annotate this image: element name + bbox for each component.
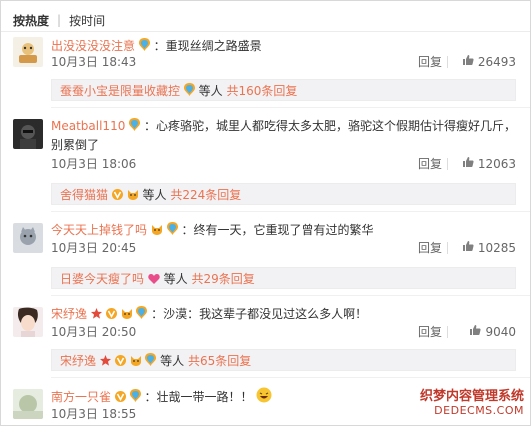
reply-total[interactable]: 共160条回复: [227, 84, 298, 98]
v-badge-icon: [105, 306, 117, 324]
thumbs-up-icon: [462, 239, 474, 257]
comment-date: 10月3日 18:43: [51, 55, 137, 69]
reply-total[interactable]: 共65条回复: [188, 354, 251, 368]
comment-text: ：重现丝绸之路盛景: [153, 39, 262, 53]
cat-face-icon: [130, 351, 142, 373]
tab-separator: |: [57, 13, 62, 27]
reply-summary[interactable]: 日婆今天瘦了吗 等人 共29条回复: [51, 267, 516, 289]
rainbow-badge-icon: [129, 117, 141, 136]
avatar[interactable]: [13, 307, 43, 337]
rainbow-badge-icon: [166, 221, 178, 240]
comment-username[interactable]: 今天天上掉钱了吗: [51, 223, 147, 237]
reply-etc: 等人: [142, 188, 167, 202]
like-count: 9040: [485, 325, 516, 339]
comment-date: 10月3日 18:55: [51, 407, 137, 421]
rainbow-badge-icon: [136, 305, 148, 324]
watermark-line1: 织梦内容管理系统: [419, 389, 524, 404]
reply-total[interactable]: 共29条回复: [192, 272, 255, 286]
comment-body: Meatball110 ：心疼骆驼，城里人都吃得太多太肥，骆驼这个假期估计得瘦好…: [51, 117, 516, 154]
tab-sort-hot[interactable]: 按热度: [13, 12, 49, 29]
rainbow-badge-icon: [145, 351, 157, 373]
like-button[interactable]: 12063: [462, 155, 516, 173]
sort-tabs: 按热度 | 按时间: [13, 10, 105, 30]
comment-separator: [51, 107, 530, 108]
like-button[interactable]: 10285: [462, 239, 516, 257]
reply-button[interactable]: 回复: [418, 53, 442, 71]
reply-button[interactable]: 回复: [418, 155, 442, 173]
like-count: 12063: [477, 157, 516, 171]
v-badge-icon: [114, 351, 126, 373]
reply-summary[interactable]: 宋纾逸 等人 共65条回复: [51, 349, 516, 371]
reply-names[interactable]: 日婆今天瘦了吗: [60, 272, 144, 286]
v-badge-icon: [111, 185, 123, 207]
like-count: 26493: [477, 55, 516, 69]
meta-divider: [447, 242, 448, 254]
cat-face-icon: [121, 306, 133, 324]
v-badge-icon: [114, 389, 126, 407]
star-icon: [99, 351, 111, 373]
comment-text: ：壮哉一带一路！！: [144, 390, 253, 404]
rainbow-badge-icon: [183, 81, 195, 103]
site-watermark: 织梦内容管理系统 DEDECMS.COM: [420, 385, 524, 417]
comment-username[interactable]: 南方一只雀: [51, 390, 111, 404]
tab-sort-time[interactable]: 按时间: [69, 12, 105, 29]
comment-username[interactable]: Meatball110: [51, 119, 125, 133]
like-button[interactable]: 9040: [469, 323, 516, 341]
heart-icon: [148, 269, 160, 291]
tabs-divider: [1, 31, 530, 32]
rainbow-badge-icon: [129, 388, 141, 407]
reply-button[interactable]: 回复: [418, 239, 442, 257]
avatar[interactable]: [13, 223, 43, 253]
cat-face-icon: [127, 185, 139, 207]
reply-names[interactable]: 舍得猫猫: [60, 188, 108, 202]
reply-etc: 等人: [198, 84, 223, 98]
reply-summary[interactable]: 舍得猫猫 等人 共224条回复: [51, 183, 516, 205]
watermark-line2: DEDECMS.COM: [434, 404, 524, 417]
like-count: 10285: [477, 241, 516, 255]
like-button[interactable]: 26493: [462, 53, 516, 71]
comment-separator: [51, 211, 530, 212]
avatar[interactable]: [13, 119, 43, 149]
avatar[interactable]: [13, 37, 43, 67]
thumbs-up-icon: [462, 53, 474, 71]
comment-username[interactable]: 出没没没没注意: [51, 39, 135, 53]
comment-text: ：沙漠：我这辈子都没见过这么多人啊！: [151, 307, 368, 321]
star-icon: [90, 306, 102, 324]
reply-total[interactable]: 共224条回复: [170, 188, 241, 202]
avatar[interactable]: [13, 389, 43, 419]
thumbs-up-icon: [462, 155, 474, 173]
comment-date: 10月3日 20:45: [51, 241, 137, 255]
reply-etc: 等人: [160, 354, 185, 368]
meta-divider: [447, 326, 448, 338]
meta-divider: [447, 56, 448, 68]
comment-separator: [51, 295, 530, 296]
comment-body: 今天天上掉钱了吗 ：终有一天，它重现了曾有过的繁华: [51, 221, 516, 240]
comment-username[interactable]: 宋纾逸: [51, 307, 87, 321]
reply-names[interactable]: 宋纾逸: [60, 354, 96, 368]
reply-etc: 等人: [163, 272, 188, 286]
comment-body: 宋纾逸 ：沙漠：我这辈子都没见过这么多人啊！: [51, 305, 516, 324]
reply-summary[interactable]: 蚕蚕小宝是限量收藏控 等人 共160条回复: [51, 79, 516, 101]
comment-date: 10月3日 18:06: [51, 157, 137, 171]
cat-face-icon: [151, 222, 163, 240]
reply-names[interactable]: 蚕蚕小宝是限量收藏控: [60, 84, 180, 98]
comment-separator: [51, 377, 530, 378]
meta-divider: [447, 158, 448, 170]
thumbs-up-icon: [469, 323, 482, 341]
comment-date: 10月3日 20:50: [51, 325, 137, 339]
reply-button[interactable]: 回复: [418, 323, 442, 341]
comment-text: ：终有一天，它重现了曾有过的繁华: [181, 223, 374, 237]
